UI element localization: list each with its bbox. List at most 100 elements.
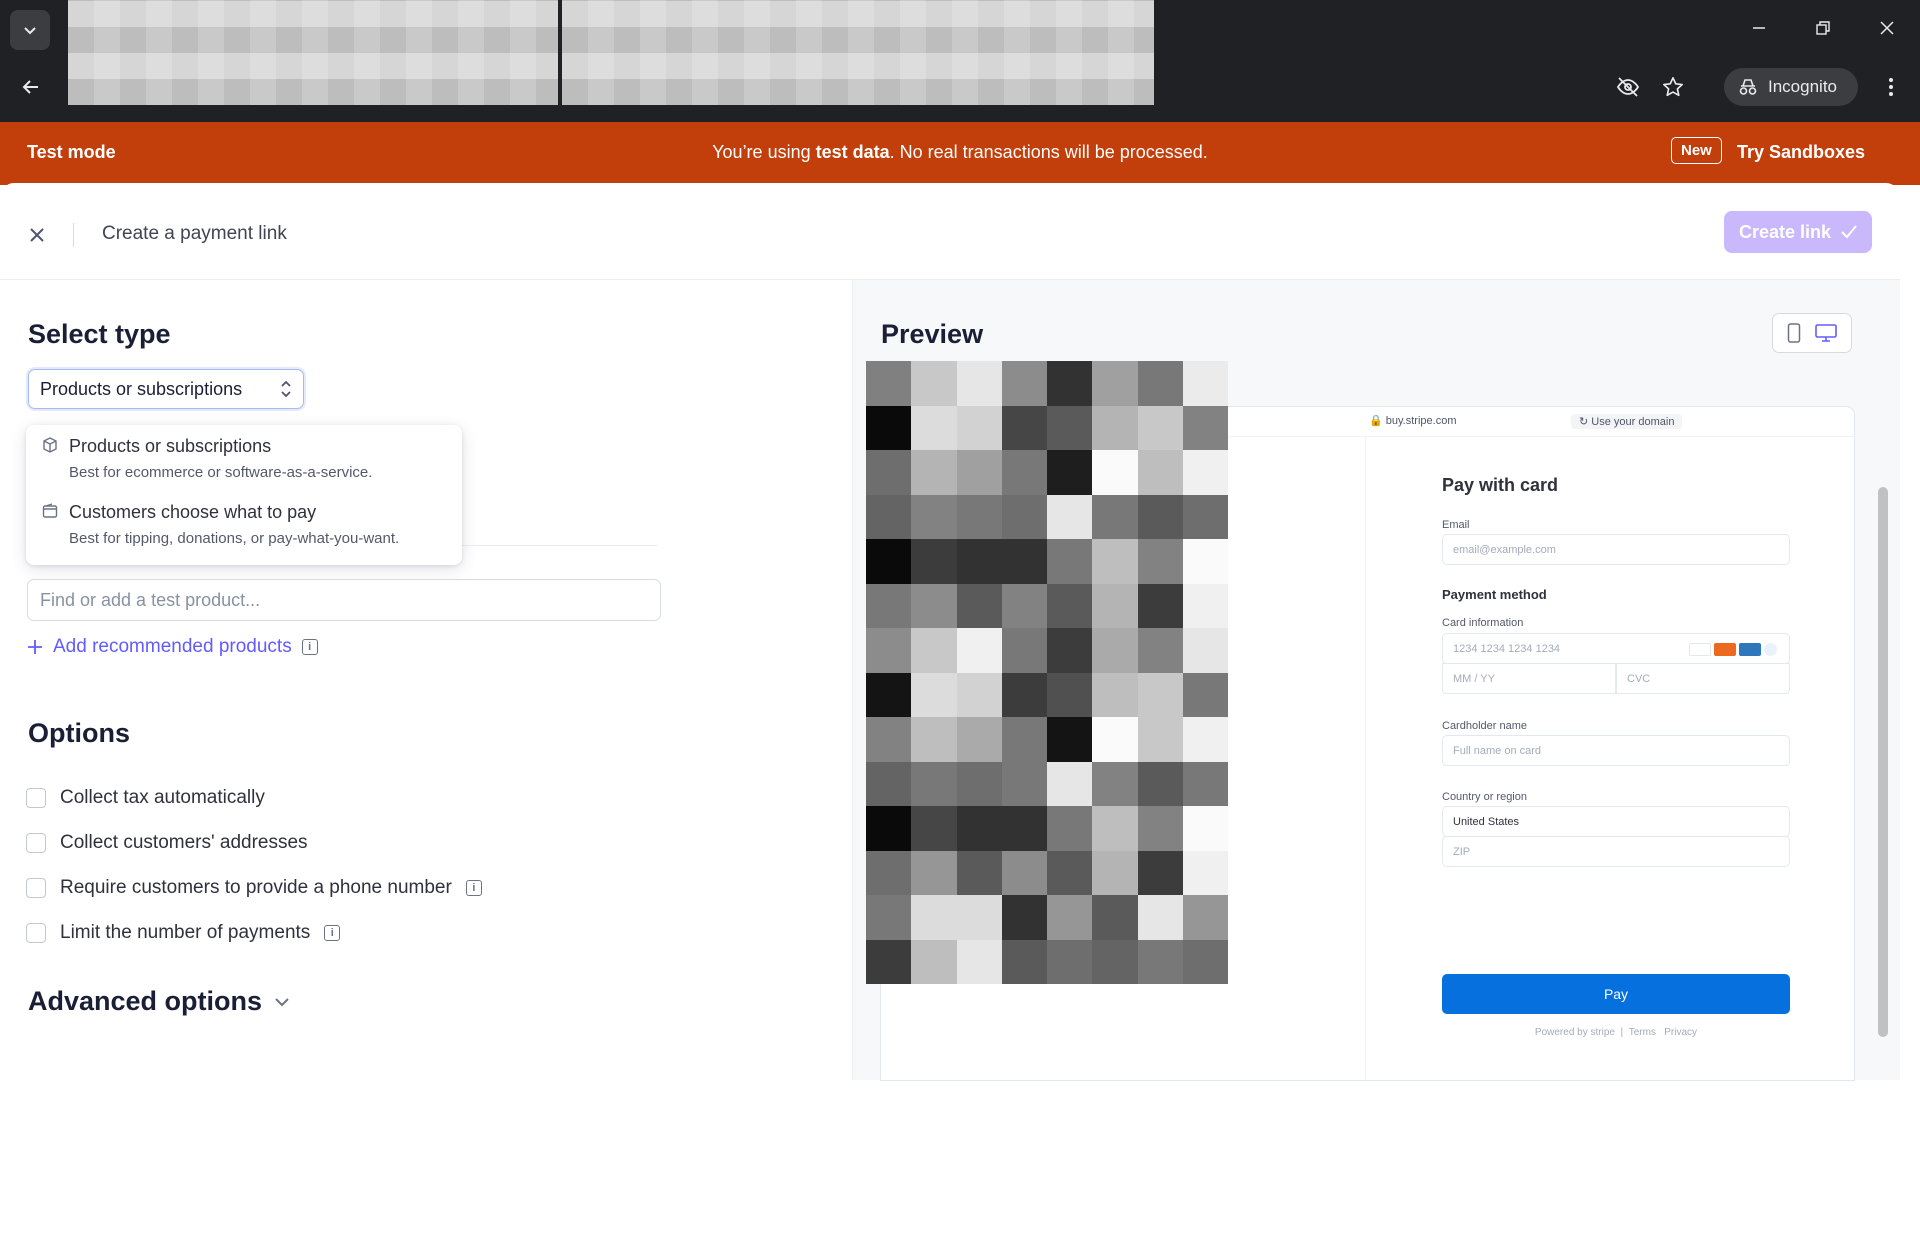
mosaic-cell [911, 672, 957, 717]
form-panel: Select type Products or subscriptions Pr… [0, 280, 852, 1080]
option-require-phone[interactable]: Require customers to provide a phone num… [26, 877, 482, 899]
type-dropdown-menu: Products or subscriptions Best for ecomm… [26, 425, 462, 565]
browser-tab[interactable] [68, 0, 558, 105]
scrollbar[interactable] [1876, 465, 1890, 1255]
menu-item-customer-choose[interactable]: Customers choose what to pay Best for ti… [26, 493, 462, 557]
menu-item-subtitle: Best for tipping, donations, or pay-what… [69, 530, 400, 547]
mosaic-cell [911, 539, 957, 584]
bookmark-button[interactable] [1659, 73, 1687, 101]
checkbox[interactable] [26, 833, 46, 853]
close-button[interactable] [22, 220, 52, 250]
cardholder-label: Cardholder name [1442, 720, 1527, 732]
advanced-options-toggle[interactable]: Advanced options [28, 986, 290, 1017]
menu-item-products[interactable]: Products or subscriptions Best for ecomm… [26, 427, 462, 491]
mosaic-cell [911, 405, 957, 450]
checkbox[interactable] [26, 923, 46, 943]
mosaic-cell [866, 672, 912, 717]
mosaic-cell [866, 761, 912, 806]
browser-tab[interactable] [562, 0, 1154, 105]
country-value: United States [1453, 815, 1520, 828]
mosaic-cell [1137, 806, 1183, 851]
add-recommended-label: Add recommended products [53, 636, 292, 657]
info-icon[interactable]: i [324, 925, 341, 941]
option-limit-payments[interactable]: Limit the number of payments i [26, 922, 341, 944]
wallet-icon [42, 503, 58, 518]
option-label: Collect customers' addresses [60, 832, 308, 853]
scrollbar-thumb[interactable] [1878, 487, 1888, 1037]
mosaic-cell [1182, 895, 1228, 940]
preview-heading: Preview [881, 319, 984, 349]
add-recommended-products-button[interactable]: Add recommended products i [27, 636, 318, 658]
tracking-protection-button[interactable] [1614, 73, 1642, 101]
chevron-down-icon [275, 997, 289, 1006]
mosaic-cell [866, 628, 912, 673]
mosaic-cell [956, 895, 1002, 940]
mosaic-cell [866, 717, 912, 762]
mosaic-cell [1092, 628, 1138, 673]
mosaic-cell [1182, 717, 1228, 762]
mosaic-cell [1182, 583, 1228, 628]
mosaic-cell [1092, 450, 1138, 495]
menu-item-title: Products or subscriptions [69, 436, 272, 456]
use-domain-button[interactable]: ↻ Use your domain [1571, 414, 1683, 429]
option-collect-tax[interactable]: Collect tax automatically [26, 787, 265, 809]
mosaic-cell [1001, 450, 1047, 495]
plus-icon [28, 640, 42, 654]
info-icon[interactable]: i [301, 639, 318, 655]
mosaic-cell [1182, 672, 1228, 717]
back-button[interactable] [16, 72, 46, 102]
checkbox[interactable] [26, 788, 46, 808]
option-collect-addresses[interactable]: Collect customers' addresses [26, 832, 308, 854]
mosaic-cell [911, 361, 957, 406]
mosaic-cell [956, 806, 1002, 851]
pixelated-product-image [866, 361, 1228, 984]
mosaic-cell [1182, 761, 1228, 806]
mosaic-cell [911, 583, 957, 628]
arrow-left-icon [22, 80, 38, 94]
option-label: Limit the number of payments [60, 922, 311, 943]
incognito-indicator[interactable]: Incognito [1724, 68, 1858, 106]
star-icon [1663, 77, 1683, 97]
mosaic-cell [956, 939, 1002, 984]
mosaic-cell [911, 939, 957, 984]
mosaic-cell [956, 717, 1002, 762]
desktop-icon[interactable] [1815, 324, 1837, 342]
type-select[interactable]: Products or subscriptions [28, 369, 304, 409]
payment-method-label: Payment method [1442, 587, 1547, 602]
mosaic-cell [1047, 539, 1093, 584]
mosaic-cell [911, 806, 957, 851]
restore-button[interactable] [1808, 14, 1838, 42]
mosaic-cell [1092, 539, 1138, 584]
mosaic-cell [1092, 761, 1138, 806]
message-suffix: . No real transactions will be processed… [889, 142, 1208, 162]
info-icon[interactable]: i [465, 880, 482, 896]
browser-menu-button[interactable] [1876, 72, 1906, 102]
mosaic-cell [1047, 717, 1093, 762]
create-link-button[interactable]: Create link [1724, 211, 1872, 253]
expiry-field: MM / YY [1442, 663, 1616, 694]
product-search-input[interactable] [27, 579, 661, 621]
preview-panel: Preview 🔒 buy.stripe.com ↻ Use your doma… [852, 280, 1900, 1080]
try-sandboxes-link[interactable]: Try Sandboxes [1737, 142, 1865, 163]
minimize-button[interactable] [1744, 14, 1774, 42]
mosaic-cell [1092, 850, 1138, 895]
mastercard-icon [1714, 643, 1736, 656]
mobile-icon[interactable] [1787, 323, 1801, 343]
new-badge: New [1671, 137, 1722, 164]
mosaic-cell [1092, 717, 1138, 762]
close-window-button[interactable] [1872, 14, 1902, 42]
checkbox[interactable] [26, 878, 46, 898]
mosaic-cell [956, 494, 1002, 539]
mosaic-cell [1137, 717, 1183, 762]
preview-url-text: buy.stripe.com [1385, 415, 1457, 427]
mosaic-cell [1092, 494, 1138, 539]
mosaic-cell [956, 361, 1002, 406]
card-number-field: 1234 1234 1234 1234 [1442, 633, 1790, 664]
mosaic-cell [1001, 672, 1047, 717]
mosaic-cell [1047, 405, 1093, 450]
tab-search-button[interactable] [10, 10, 50, 50]
mosaic-cell [1182, 494, 1228, 539]
payment-link-page: Create a payment link Create link Select… [0, 183, 1900, 1080]
mosaic-cell [1001, 494, 1047, 539]
eye-off-icon [1616, 77, 1640, 97]
